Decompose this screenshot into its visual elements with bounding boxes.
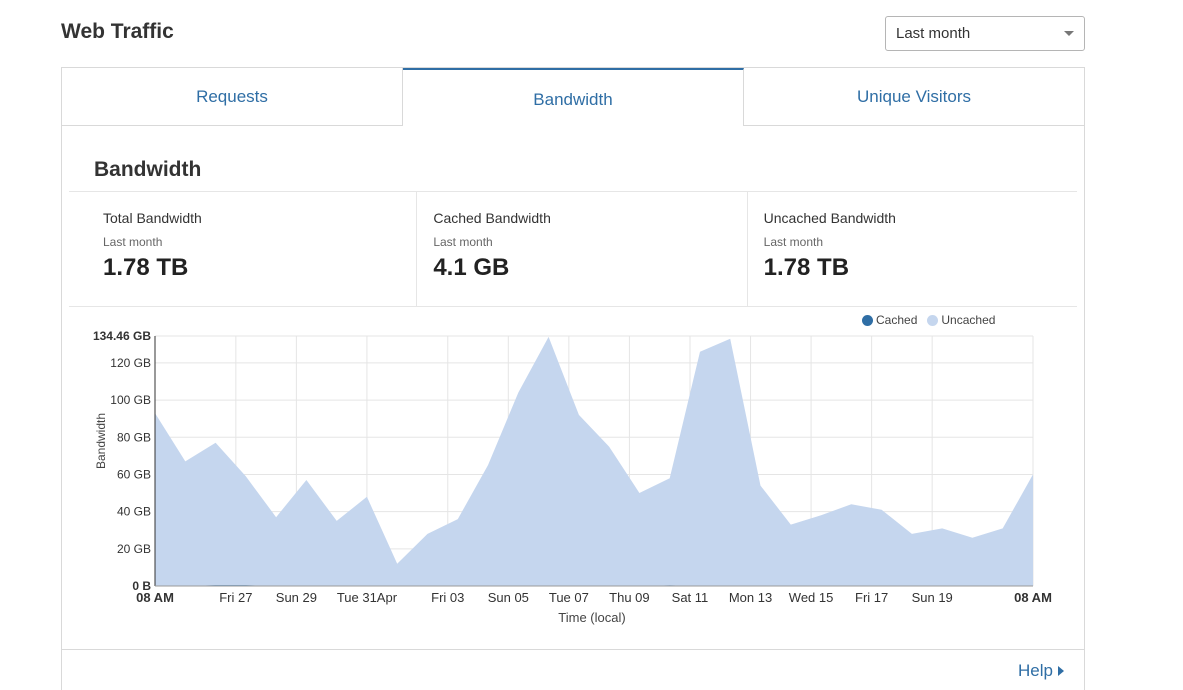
x-tick-label: Sun 19: [912, 590, 953, 605]
area-series-uncached: [155, 336, 1033, 586]
y-tick-label: 20 GB: [117, 542, 151, 556]
x-axis-title: Time (local): [558, 610, 625, 625]
chevron-right-icon: [1058, 666, 1064, 676]
x-tick-label: Sun 29: [276, 590, 317, 605]
page-title: Web Traffic: [61, 20, 174, 43]
x-tick-label: Wed 15: [789, 590, 834, 605]
bandwidth-chart: 0 B20 GB40 GB60 GB80 GB100 GB120 GB134.4…: [93, 329, 1052, 625]
x-tick-label: Fri 03: [431, 590, 464, 605]
time-range-select[interactable]: Last month: [885, 16, 1085, 51]
y-tick-label: 100 GB: [110, 393, 151, 407]
x-tick-label: 08 AM: [136, 590, 174, 605]
x-tick-label: Tue 07: [549, 590, 589, 605]
help-link[interactable]: Help: [1018, 661, 1064, 681]
x-tick-label: Sun 05: [488, 590, 529, 605]
x-tick-label: Tue 31Apr: [337, 590, 398, 605]
help-label: Help: [1018, 661, 1053, 680]
time-range-value: Last month: [896, 25, 971, 42]
x-tick-label: Mon 13: [729, 590, 772, 605]
footer-divider: [62, 649, 1084, 650]
x-tick-label: Thu 09: [609, 590, 649, 605]
y-tick-label: 60 GB: [117, 467, 151, 481]
x-tick-label: Fri 17: [855, 590, 888, 605]
y-tick-label: 40 GB: [117, 505, 151, 519]
x-tick-label: Sat 11: [672, 590, 709, 605]
y-axis-title: Bandwidth: [94, 413, 108, 469]
chevron-down-icon: [1064, 31, 1074, 36]
y-tick-label: 80 GB: [117, 430, 151, 444]
y-tick-label: 120 GB: [110, 356, 151, 370]
traffic-panel: Requests Bandwidth Unique Visitors Bandw…: [61, 67, 1085, 690]
x-tick-label: Fri 27: [219, 590, 252, 605]
x-tick-label: 08 AM: [1014, 590, 1052, 605]
y-tick-label: 134.46 GB: [93, 329, 151, 343]
